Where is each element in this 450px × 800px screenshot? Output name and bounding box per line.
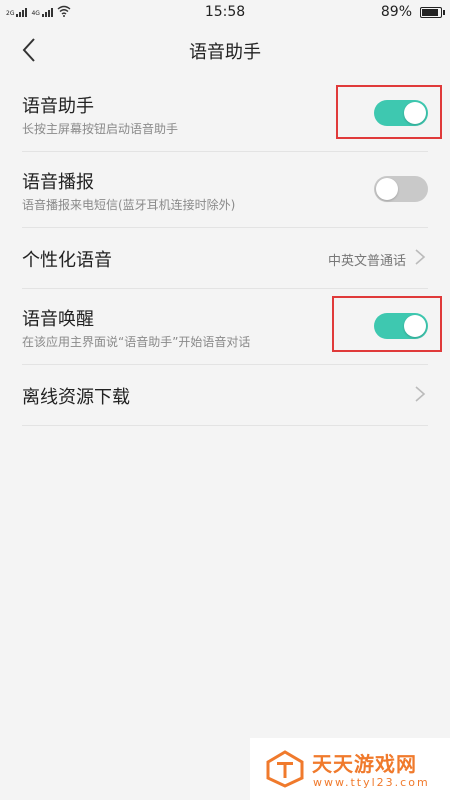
watermark-url: www.ttyl23.com	[313, 776, 430, 789]
site-logo-icon	[266, 750, 304, 788]
setting-label: 个性化语音	[22, 250, 112, 271]
title-bar: 语音助手	[0, 24, 450, 76]
setting-voice-broadcast[interactable]: 语音播报 语音播报来电短信(蓝牙耳机连接时除外)	[22, 152, 428, 228]
setting-personalized-voice[interactable]: 个性化语音 中英文普通话	[22, 228, 428, 289]
chevron-right-icon	[415, 386, 426, 402]
setting-offline-download[interactable]: 离线资源下载	[22, 365, 428, 426]
status-bar: 2G 4G 15:58 89%	[0, 0, 450, 24]
toggle-knob	[376, 178, 398, 200]
watermark: 天天游戏网 www.ttyl23.com	[250, 738, 450, 800]
setting-label: 语音播报	[22, 172, 94, 193]
battery-fill	[422, 8, 438, 16]
setting-description: 长按主屏幕按钮启动语音助手	[22, 122, 179, 136]
setting-label: 语音唤醒	[22, 309, 94, 330]
highlight-box	[336, 85, 442, 139]
setting-label: 离线资源下载	[22, 387, 130, 408]
watermark-name: 天天游戏网	[312, 752, 417, 776]
highlight-box	[332, 296, 442, 352]
battery-percent: 89%	[380, 4, 412, 20]
settings-list: 语音助手 长按主屏幕按钮启动语音助手 语音播报 语音播报来电短信(蓝牙耳机连接时…	[0, 76, 450, 426]
setting-voice-wakeup[interactable]: 语音唤醒 在该应用主界面说“语音助手”开始语音对话	[22, 289, 442, 365]
setting-voice-assistant[interactable]: 语音助手 长按主屏幕按钮启动语音助手	[22, 76, 442, 152]
setting-value: 中英文普通话	[327, 254, 406, 269]
battery-icon	[420, 6, 445, 18]
voice-broadcast-toggle[interactable]	[374, 176, 428, 202]
chevron-right-icon	[415, 249, 426, 265]
status-icons-right: 89%	[380, 4, 445, 20]
setting-description: 语音播报来电短信(蓝牙耳机连接时除外)	[22, 198, 236, 212]
page-title: 语音助手	[189, 42, 261, 63]
setting-description: 在该应用主界面说“语音助手”开始语音对话	[22, 335, 251, 349]
setting-label: 语音助手	[22, 96, 94, 117]
